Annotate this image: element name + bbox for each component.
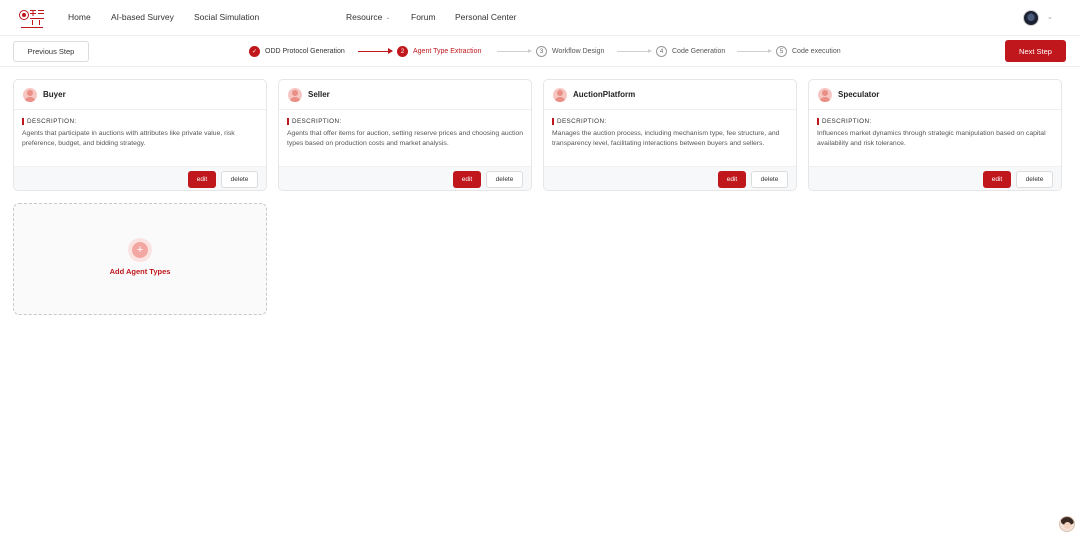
agent-card-buyer: Buyer DESCRIPTION: Agents that participa… [13,79,267,191]
card-header: Seller [279,80,531,110]
chevron-down-icon[interactable]: ⌄ [1047,13,1053,21]
brand-logo-icon[interactable] [18,8,46,30]
step-workflow-design[interactable]: 3 Workflow Design [536,46,604,57]
step-label: Code execution [792,48,841,55]
card-footer: edit delete [279,166,531,190]
description-label-text: DESCRIPTION: [27,118,77,125]
description-label-text: DESCRIPTION: [557,118,607,125]
delete-button[interactable]: delete [486,171,523,188]
agent-name: Buyer [43,90,66,99]
step-progress-bar: Previous Step ✓ ODD Protocol Generation … [0,37,1080,67]
agent-card-auction-platform: AuctionPlatform DESCRIPTION: Manages the… [543,79,797,191]
delete-button[interactable]: delete [221,171,258,188]
step-connector [497,49,532,53]
step-number: 4 [656,46,667,57]
step-connector [358,48,393,54]
step-connector [617,49,652,53]
agent-avatar-icon [553,87,567,102]
description-marker [552,118,554,125]
nav-personal-center[interactable]: Personal Center [455,12,516,22]
card-footer: edit delete [544,166,796,190]
agent-description: Agents that participate in auctions with… [22,130,235,147]
step-connector [737,49,772,53]
edit-button[interactable]: edit [188,171,216,188]
agent-description: Influences market dynamics through strat… [817,130,1046,147]
agent-card-seller: Seller DESCRIPTION: Agents that offer it… [278,79,532,191]
agent-name: Seller [308,90,330,99]
step-code-generation[interactable]: 4 Code Generation [656,46,725,57]
delete-button[interactable]: delete [1016,171,1053,188]
card-footer: edit delete [809,166,1061,190]
card-header: Speculator [809,80,1061,110]
description-label: DESCRIPTION: [817,118,1053,125]
edit-button[interactable]: edit [718,171,746,188]
check-icon: ✓ [249,46,260,57]
description-label: DESCRIPTION: [22,118,258,125]
card-header: AuctionPlatform [544,80,796,110]
step-number: 2 [397,46,408,57]
card-body: DESCRIPTION: Manages the auction process… [544,110,796,168]
delete-button[interactable]: delete [751,171,788,188]
step-code-execution[interactable]: 5 Code execution [776,46,841,57]
add-agent-types-card[interactable]: + Add Agent Types [13,203,267,315]
agent-avatar-icon [288,87,302,102]
edit-button[interactable]: edit [453,171,481,188]
description-label: DESCRIPTION: [287,118,523,125]
previous-step-button[interactable]: Previous Step [13,41,89,62]
step-number: 5 [776,46,787,57]
agent-description: Agents that offer items for auction, set… [287,130,524,147]
step-label: Workflow Design [552,48,605,55]
agent-avatar-icon [818,87,832,102]
description-marker [817,118,819,125]
nav-home[interactable]: Home [68,12,91,22]
nav-forum[interactable]: Forum [411,12,436,22]
step-odd-protocol[interactable]: ✓ ODD Protocol Generation [249,46,345,57]
card-body: DESCRIPTION: Agents that participate in … [14,110,266,168]
step-label: Agent Type Extraction [413,48,482,55]
step-label: ODD Protocol Generation [265,48,345,55]
nav-social-simulation[interactable]: Social Simulation [194,12,259,22]
chevron-down-icon: ⌄ [385,14,391,21]
next-step-button[interactable]: Next Step [1005,40,1066,62]
agent-card-speculator: Speculator DESCRIPTION: Influences marke… [808,79,1062,191]
card-header: Buyer [14,80,266,110]
plus-icon: + [132,242,148,258]
description-marker [287,118,289,125]
top-navigation: Home AI-based Survey Social Simulation R… [0,0,1080,36]
nav-resource-label: Resource [346,12,383,22]
nav-ai-survey[interactable]: AI-based Survey [111,12,174,22]
add-agent-types-label: Add Agent Types [109,267,171,276]
step-agent-type-extraction[interactable]: 2 Agent Type Extraction [397,46,481,57]
description-marker [22,118,24,125]
nav-resource-dropdown[interactable]: Resource ⌄ [346,12,390,22]
edit-button[interactable]: edit [983,171,1011,188]
description-label: DESCRIPTION: [552,118,788,125]
agent-name: Speculator [838,90,880,99]
user-avatar-icon[interactable] [1023,10,1039,26]
step-number: 3 [536,46,547,57]
description-label-text: DESCRIPTION: [822,118,872,125]
assistant-avatar-icon[interactable] [1059,516,1075,532]
card-body: DESCRIPTION: Influences market dynamics … [809,110,1061,168]
agent-name: AuctionPlatform [573,90,636,99]
step-label: Code Generation [672,48,726,55]
card-body: DESCRIPTION: Agents that offer items for… [279,110,531,168]
agent-avatar-icon [23,87,37,102]
card-footer: edit delete [14,166,266,190]
agent-description: Manages the auction process, including m… [552,130,780,147]
description-label-text: DESCRIPTION: [292,118,342,125]
